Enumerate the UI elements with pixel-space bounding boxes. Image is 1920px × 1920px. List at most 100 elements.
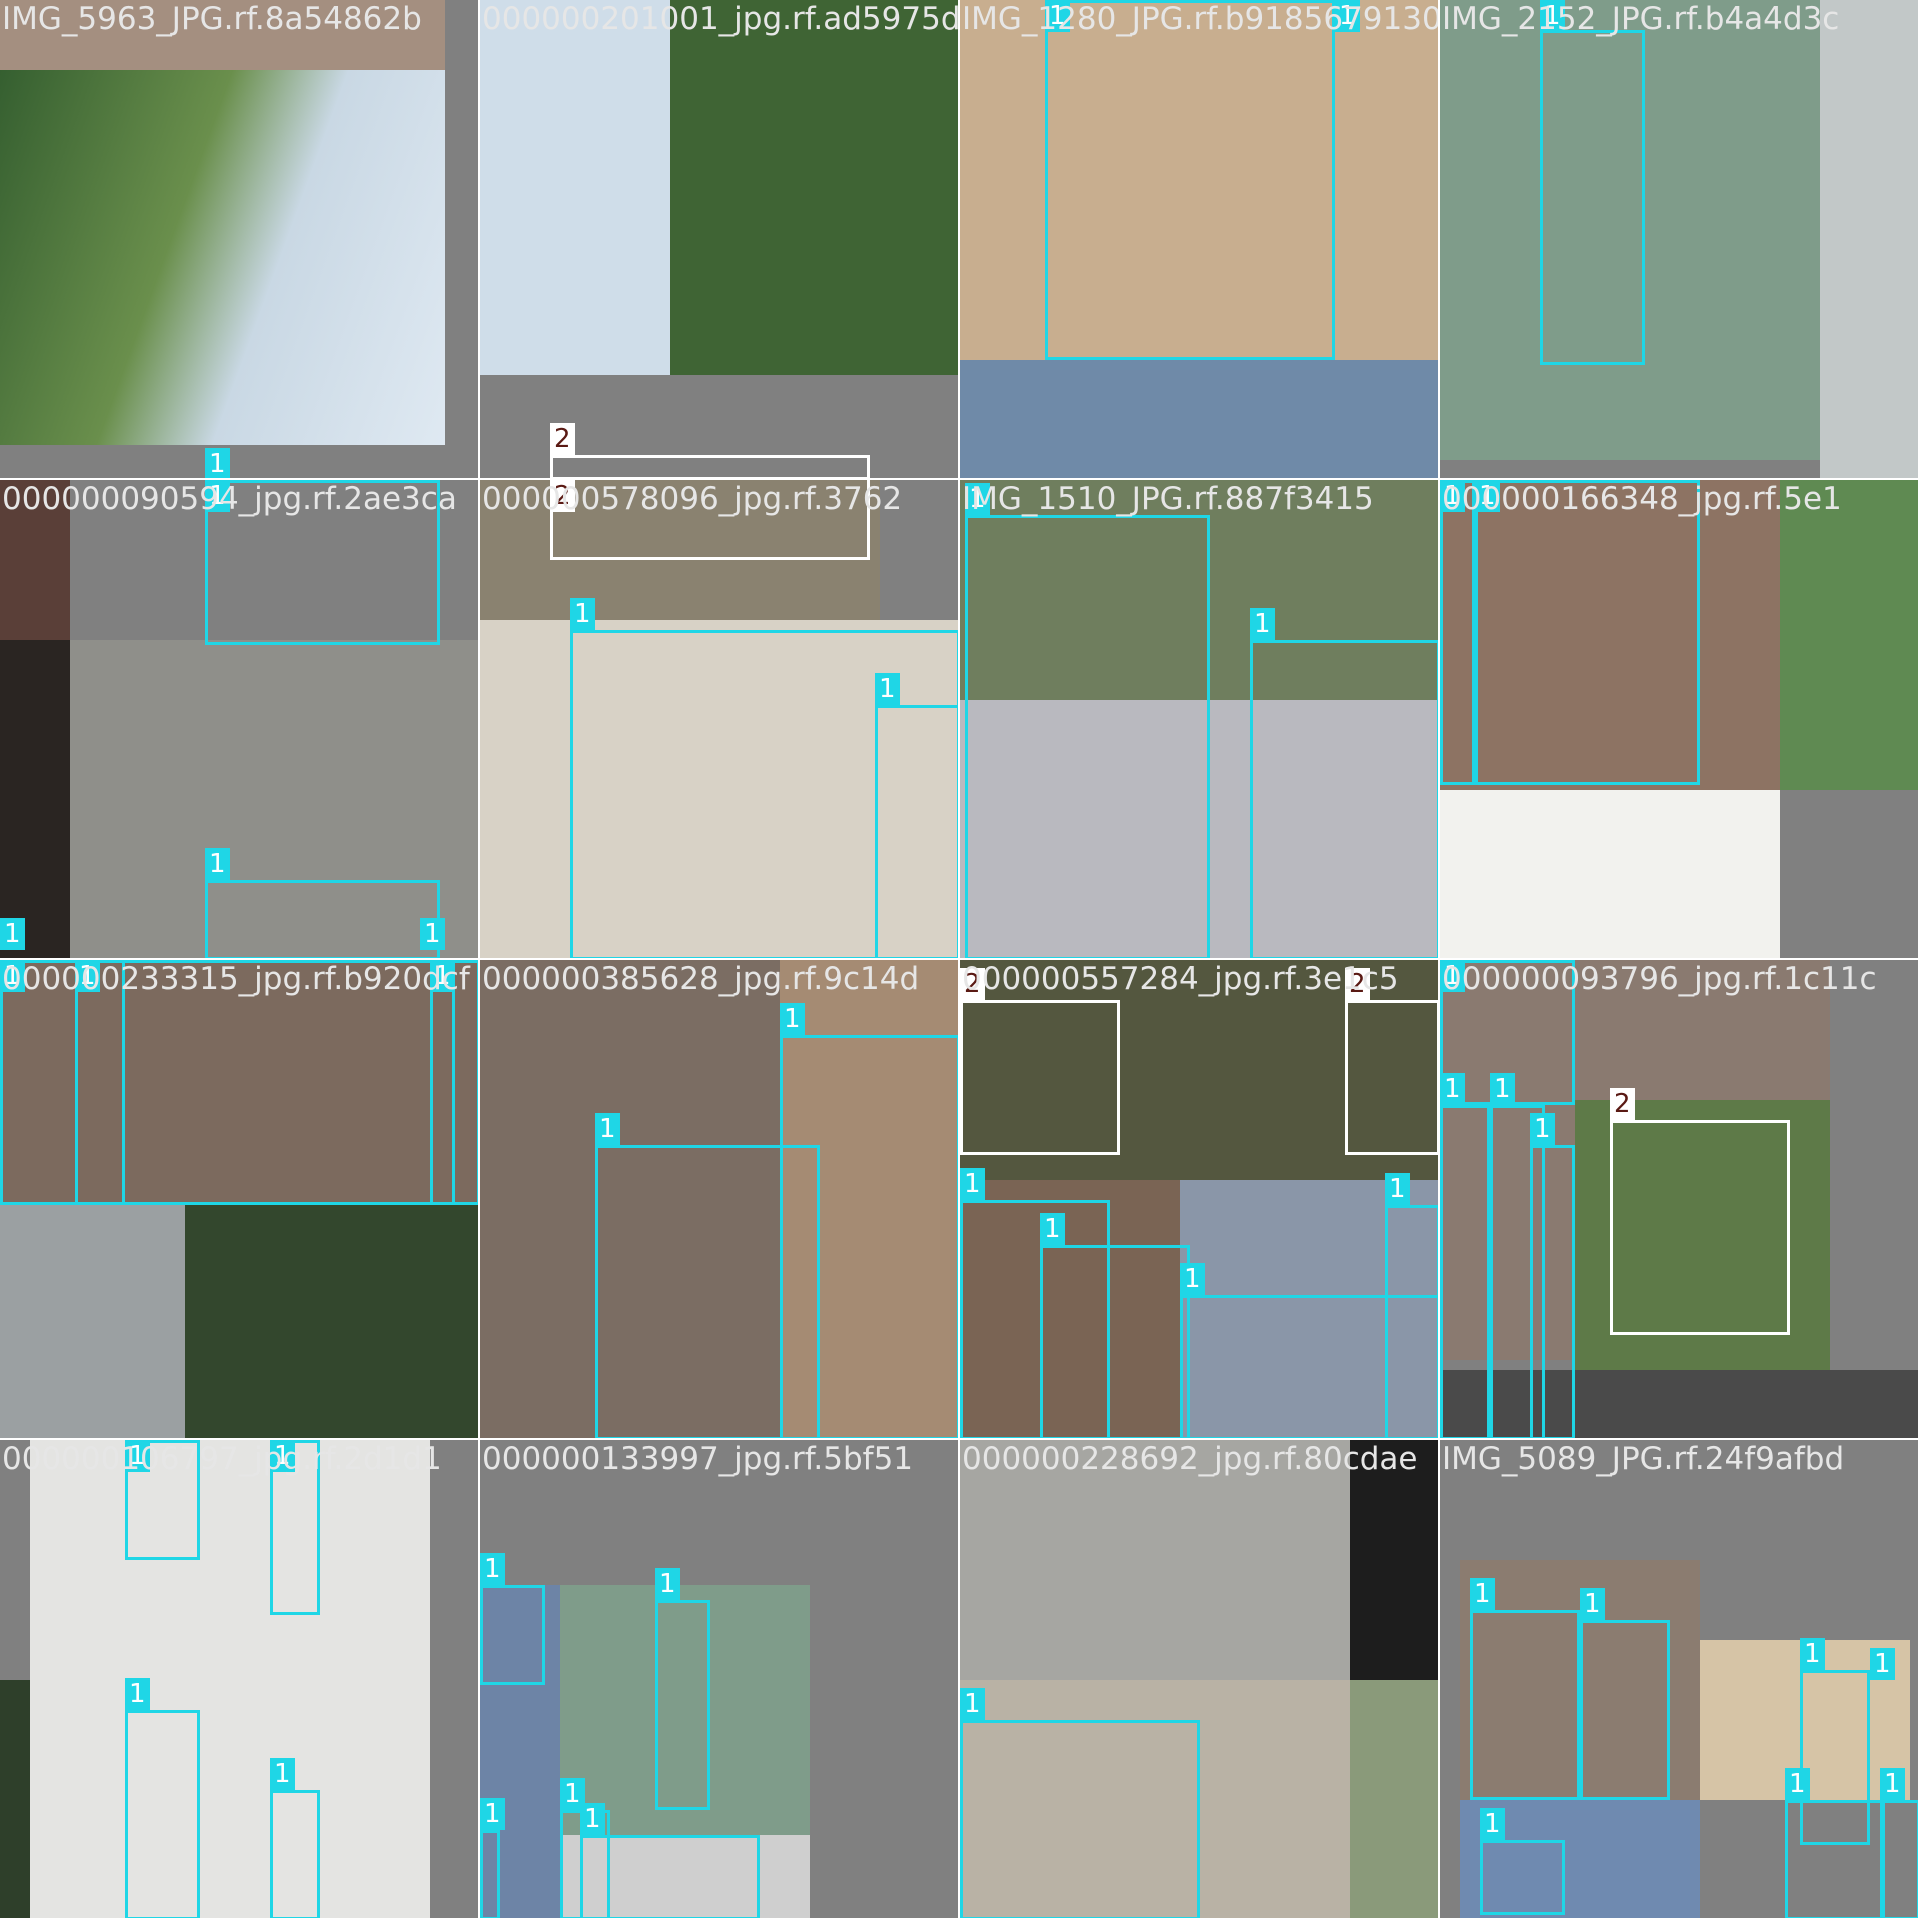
class-label-tag: 1: [1040, 1213, 1065, 1245]
mosaic-grid: IMG_5963_JPG.rf.8a54862b 1 000000201001_jp…: [0, 0, 1920, 1920]
class-label-tag: 1: [1490, 1073, 1515, 1105]
bounding-box: [1385, 1205, 1438, 1438]
image-patch: [430, 1440, 478, 1918]
bounding-box: [1880, 1800, 1918, 1918]
bounding-box: [270, 1790, 320, 1918]
image-patch: [480, 0, 670, 375]
image-patch: [0, 70, 445, 445]
bounding-box: [875, 705, 958, 958]
class-label-tag: 1: [960, 1688, 985, 1720]
image-patch: [1820, 0, 1918, 478]
class-label-tag: 1: [0, 918, 25, 950]
class-label-tag: 1: [205, 848, 230, 880]
bounding-box: [550, 455, 870, 478]
image-filename: 000000093796_jpg.rf.1c11c: [1442, 961, 1877, 997]
class-label-tag: 1: [480, 1798, 505, 1830]
bounding-box: [780, 1035, 958, 1438]
class-label-tag: 1: [595, 1113, 620, 1145]
class-label-tag: 1: [1480, 1808, 1505, 1840]
mosaic-tile: 000000090594_jpg.rf.2ae3ca 1 1 1 1: [0, 480, 480, 960]
bounding-box: [1580, 1620, 1670, 1800]
bounding-box: [1540, 30, 1645, 365]
class-label-tag: 1: [580, 1803, 605, 1835]
image-filename: 000000133997_jpg.rf.5bf51: [482, 1441, 914, 1477]
class-label-tag: 1: [1880, 1768, 1905, 1800]
image-patch: [1350, 1680, 1438, 1918]
class-label-tag: 2: [550, 423, 575, 455]
bounding-box: [205, 880, 440, 958]
mosaic-tile: 000000557284_jpg.rf.3e1c5 2 2 1 1 1 1: [960, 960, 1440, 1440]
bounding-box: [965, 515, 1210, 958]
mosaic-tile: IMG_5963_JPG.rf.8a54862b 1: [0, 0, 480, 480]
class-label-tag: 1: [875, 673, 900, 705]
class-label-tag: 1: [125, 1678, 150, 1710]
class-label-tag: 1: [1785, 1768, 1810, 1800]
image-patch: [1440, 790, 1780, 958]
image-filename: IMG_5963_JPG.rf.8a54862b: [2, 1, 422, 37]
class-label-tag: 1: [960, 1168, 985, 1200]
class-label-tag: 1: [655, 1568, 680, 1600]
class-label-tag: 1: [480, 1553, 505, 1585]
image-patch: [30, 1440, 430, 1918]
bounding-box: [1045, 0, 1335, 360]
bounding-box: [125, 1710, 200, 1918]
bounding-box: [1470, 1610, 1580, 1800]
image-filename: 000000557284_jpg.rf.3e1c5: [962, 961, 1399, 997]
image-filename: 000000385628_jpg.rf.9c14d: [482, 961, 920, 997]
bounding-box: [480, 1585, 545, 1685]
bounding-box: [1610, 1120, 1790, 1335]
mosaic-tile: 000000233315_jpg.rf.b920dcf 1 1 1: [0, 960, 480, 1440]
image-filename: 000000228692_jpg.rf.80cdae: [962, 1441, 1418, 1477]
class-label-tag: 1: [1870, 1648, 1895, 1680]
bounding-box: [580, 1835, 760, 1918]
bounding-box: [1345, 1000, 1438, 1155]
image-filename: IMG_1280_JPG.rf.b9185679130: [962, 1, 1440, 37]
bounding-box: [1475, 480, 1700, 785]
class-label-tag: 1: [1250, 608, 1275, 640]
class-label-tag: 1: [780, 1003, 805, 1035]
mosaic-tile: IMG_2152_JPG.rf.b4a4d3c 1: [1440, 0, 1920, 480]
image-patch: [185, 1205, 478, 1438]
mosaic-tile: IMG_5089_JPG.rf.24f9afbd 1 1 1 1 1 1 1: [1440, 1440, 1920, 1920]
class-label-tag: 1: [1470, 1578, 1495, 1610]
image-filename: 000000233315_jpg.rf.b920dcf: [2, 961, 470, 997]
image-patch: [1780, 480, 1918, 790]
image-filename: 000000106797_jpg.rf.2d1d1: [2, 1441, 442, 1477]
class-label-tag: 1: [205, 448, 230, 478]
class-label-tag: 1: [570, 598, 595, 630]
mosaic-tile: 000000166348_jpg.rf.5e1 1 1: [1440, 480, 1920, 960]
bounding-box: [960, 1000, 1120, 1155]
image-patch: [670, 0, 958, 375]
class-label-tag: 1: [270, 1758, 295, 1790]
image-filename: IMG_1510_JPG.rf.887f3415: [962, 481, 1374, 517]
image-filename: IMG_2152_JPG.rf.b4a4d3c: [1442, 1, 1840, 37]
bounding-box: [480, 1830, 500, 1918]
mosaic-tile: 000000106797_jpg.rf.2d1d1 1 1 1 1: [0, 1440, 480, 1920]
mosaic-tile: 000000228692_jpg.rf.80cdae 1: [960, 1440, 1440, 1920]
image-filename: 000000166348_jpg.rf.5e1: [1442, 481, 1842, 517]
image-patch: [0, 1680, 30, 1918]
class-label-tag: 1: [1440, 1073, 1465, 1105]
bounding-box: [1440, 1105, 1490, 1438]
bounding-box: [1480, 1840, 1565, 1915]
mosaic-tile: 000000201001_jpg.rf.ad5975dc 2: [480, 0, 960, 480]
class-label-tag: 1: [1180, 1263, 1205, 1295]
class-label-tag: 1: [1530, 1113, 1555, 1145]
mosaic-tile: 000000385628_jpg.rf.9c14d 1 1: [480, 960, 960, 1440]
image-patch: [0, 1205, 185, 1438]
bounding-box: [1440, 480, 1475, 785]
class-label-tag: 1: [1385, 1173, 1410, 1205]
mosaic-tile: 000000578096_jpg.rf.3762 1 1 2: [480, 480, 960, 960]
bounding-box: [1785, 1800, 1885, 1918]
class-label-tag: 1: [420, 918, 445, 950]
bounding-box: [655, 1600, 710, 1810]
image-filename: 000000090594_jpg.rf.2ae3ca: [2, 481, 457, 517]
image-filename: 000000201001_jpg.rf.ad5975dc: [482, 1, 960, 37]
image-patch: [960, 360, 1438, 478]
bounding-box: [960, 1720, 1200, 1918]
mosaic-tile: 000000093796_jpg.rf.1c11c 1 1 1 1 2: [1440, 960, 1920, 1440]
class-label-tag: 2: [1610, 1088, 1635, 1120]
mosaic-tile: IMG_1510_JPG.rf.887f3415 1 1: [960, 480, 1440, 960]
image-filename: 000000578096_jpg.rf.3762: [482, 481, 903, 517]
mosaic-tile: 000000133997_jpg.rf.5bf51 1 1 1 1 1: [480, 1440, 960, 1920]
